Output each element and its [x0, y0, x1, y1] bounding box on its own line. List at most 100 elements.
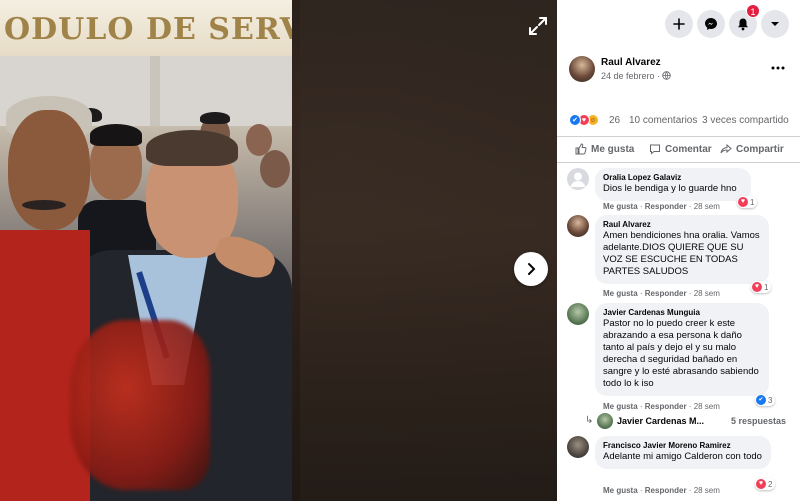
love-reaction-icon: ♥ — [738, 197, 748, 207]
account-menu-button[interactable] — [761, 10, 789, 38]
like-label: Me gusta — [591, 143, 635, 155]
notification-badge: 1 — [746, 4, 760, 18]
like-reaction-icon: ✔ — [569, 114, 581, 126]
comment: Francisco Javier Moreno Ramirez Adelante… — [567, 436, 792, 498]
comment-text: Pastor no lo puedo creer k este abrazand… — [603, 318, 759, 389]
divider — [557, 136, 800, 137]
comment-bubble: Javier Cardenas Munguia Pastor no lo pue… — [595, 303, 769, 396]
bell-icon — [738, 18, 748, 31]
center-man-hair — [146, 130, 238, 166]
like-button[interactable]: Me gusta — [575, 138, 634, 160]
expand-icon — [529, 17, 547, 35]
reply-arrow-icon: ↳ — [585, 415, 594, 426]
comment-like-link[interactable]: Me gusta — [603, 402, 638, 411]
commenter-avatar[interactable] — [567, 168, 589, 190]
comment-reaction-count: 1 — [764, 282, 769, 292]
comment-reaction-count: 1 — [750, 197, 755, 207]
crowd-person — [260, 150, 290, 188]
post-side-panel: 1 Raul Alvarez 24 de febrero · ✔ ♥ ☺ 26 … — [557, 0, 800, 501]
love-reaction-icon: ♥ — [752, 282, 762, 292]
comment-meta: Me gusta · Responder · 28 sem — [603, 486, 720, 495]
comment-reply-link[interactable]: Responder — [645, 202, 687, 211]
left-man-mustache — [22, 200, 66, 210]
reaction-count[interactable]: 26 — [609, 115, 620, 126]
reply-author: Javier Cardenas M... — [617, 416, 705, 426]
comment-text: Adelante mi amigo Calderon con todo — [603, 451, 762, 462]
share-button[interactable]: Compartir — [720, 138, 784, 160]
comments-count[interactable]: 10 comentarios — [629, 115, 697, 126]
share-label: Compartir — [736, 143, 784, 155]
default-avatar-icon — [570, 172, 586, 187]
comment: Javier Cardenas Munguia Pastor no lo pue… — [567, 303, 792, 413]
comment-bubble: Raul Alvarez Amen bendiciones hna oralia… — [595, 215, 769, 284]
fullscreen-button[interactable] — [526, 14, 550, 38]
photo-pillar — [150, 56, 160, 126]
shares-count[interactable]: 3 veces compartido — [702, 115, 789, 126]
comment-like-link[interactable]: Me gusta — [603, 202, 638, 211]
photo-sign-text: ODULO DE SERVI — [4, 12, 292, 47]
commenter-avatar[interactable] — [567, 303, 589, 325]
comment-age[interactable]: 28 sem — [694, 289, 720, 298]
reply-avatar — [597, 413, 613, 429]
caret-down-icon — [771, 22, 779, 26]
commenter-avatar[interactable] — [567, 436, 589, 458]
comment-like-link[interactable]: Me gusta — [603, 289, 638, 298]
comment-reactions[interactable]: ✔ 3 — [755, 394, 776, 406]
comment-meta: Me gusta · Responder · 28 sem — [603, 289, 720, 298]
commenter-name[interactable]: Oralia Lopez Galaviz — [603, 173, 743, 182]
replies-count[interactable]: 5 respuestas — [731, 416, 786, 426]
commenter-avatar[interactable] — [567, 215, 589, 237]
comment-reply-link[interactable]: Responder — [645, 402, 687, 411]
comment-age[interactable]: 28 sem — [694, 486, 720, 495]
comment-text: Amen bendiciones hna oralia. Vamos adela… — [603, 230, 760, 277]
top-bar: 1 — [557, 0, 800, 48]
comment-like-link[interactable]: Me gusta — [603, 486, 638, 495]
comment-reactions[interactable]: ♥ 1 — [751, 281, 772, 293]
commenter-name[interactable]: Raul Alvarez — [603, 220, 761, 229]
post-photo[interactable]: ODULO DE SERVI — [0, 0, 292, 501]
comment-text: Dios le bendiga y lo guarde hno — [603, 183, 737, 194]
next-photo-button[interactable] — [514, 252, 548, 286]
comment: Oralia Lopez Galaviz Dios le bendiga y l… — [567, 168, 792, 212]
comment-meta: Me gusta · Responder · 28 sem — [603, 402, 720, 411]
comment-age[interactable]: 28 sem — [694, 202, 720, 211]
left-man-face — [8, 110, 90, 230]
more-icon — [771, 66, 785, 70]
photo-viewer: ODULO DE SERVI — [0, 0, 557, 501]
view-replies-row[interactable]: ↳ Javier Cardenas M... 5 respuestas — [585, 413, 795, 431]
post-author[interactable]: Raul Alvarez — [601, 57, 661, 68]
commenter-name[interactable]: Javier Cardenas Munguia — [603, 308, 761, 317]
comment: Raul Alvarez Amen bendiciones hna oralia… — [567, 215, 792, 301]
comment-reactions[interactable]: ♥ 1 — [737, 196, 758, 208]
comment-reaction-count: 3 — [768, 395, 773, 405]
comment-bubble: Francisco Javier Moreno Ramirez Adelante… — [595, 436, 771, 469]
comment-meta: Me gusta · Responder · 28 sem — [603, 202, 720, 211]
plus-icon — [673, 18, 685, 30]
like-reaction-icon: ✔ — [756, 395, 766, 405]
comment-age[interactable]: 28 sem — [694, 402, 720, 411]
create-button[interactable] — [665, 10, 693, 38]
divider — [557, 162, 800, 163]
post-header: Raul Alvarez 24 de febrero · — [569, 56, 794, 90]
comment-reply-link[interactable]: Responder — [645, 486, 687, 495]
post-actions: Me gusta Comentar Compartir — [557, 138, 800, 160]
comment-button[interactable]: Comentar — [649, 138, 712, 160]
globe-icon — [662, 71, 671, 80]
blurred-red-object — [70, 320, 210, 490]
comment-reaction-count: 2 — [768, 479, 773, 489]
messenger-button[interactable] — [697, 10, 725, 38]
share-icon — [720, 143, 732, 154]
comment-reply-link[interactable]: Responder — [645, 289, 687, 298]
photo-sign: ODULO DE SERVI — [0, 0, 292, 56]
reaction-summary: ✔ ♥ ☺ 26 10 comentarios 3 veces comparti… — [569, 114, 794, 130]
commenter-name[interactable]: Francisco Javier Moreno Ramirez — [603, 441, 763, 450]
notifications-button[interactable]: 1 — [729, 4, 760, 38]
comment-reactions[interactable]: ♥ 2 — [755, 478, 776, 490]
author-avatar[interactable] — [569, 56, 595, 82]
post-options-button[interactable] — [767, 60, 789, 74]
thumbs-up-icon — [575, 143, 587, 155]
crowd-person — [200, 112, 230, 124]
background-man-hair — [90, 124, 142, 146]
messenger-icon — [705, 18, 717, 30]
post-date[interactable]: 24 de febrero · — [601, 71, 660, 81]
